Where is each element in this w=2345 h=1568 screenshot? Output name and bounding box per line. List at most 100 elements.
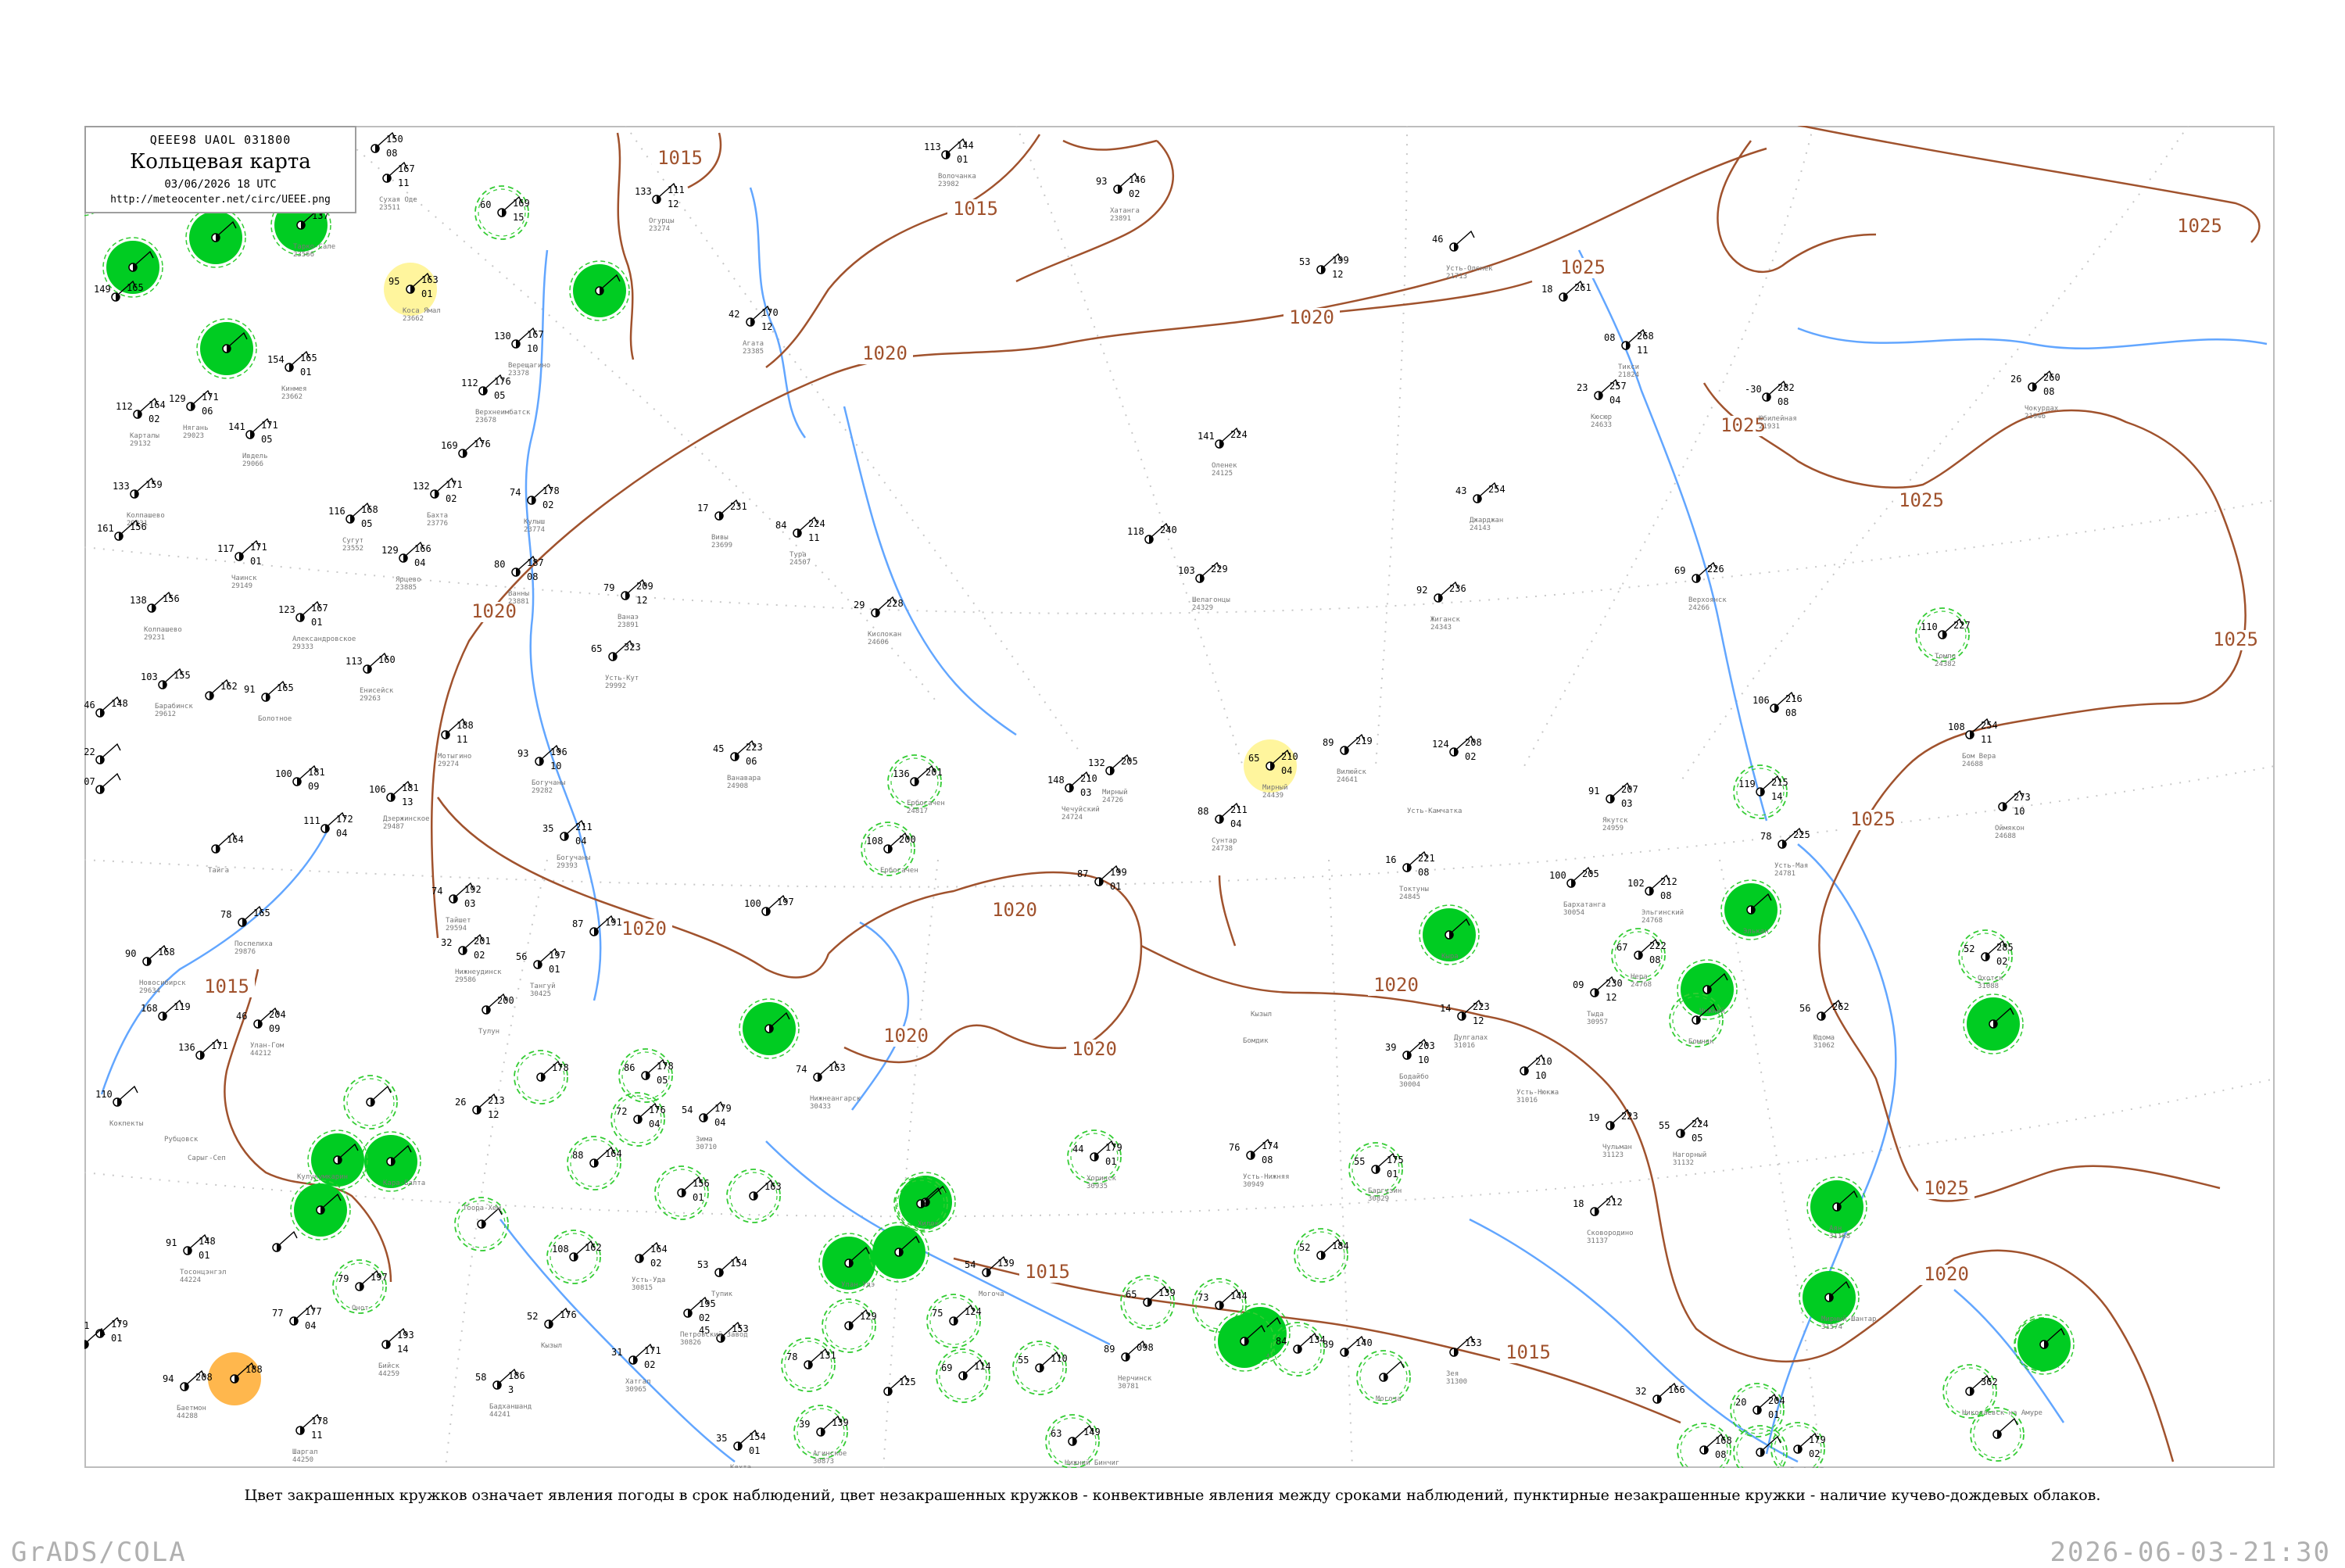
station-plot[interactable]: 254 11 108 Бом Вера24688 <box>1948 718 1998 768</box>
station-plot[interactable]: 200 108 Ербогачен <box>861 822 918 876</box>
station-plot[interactable]: 175 01 55 Баргузин30829 <box>1348 1142 1404 1203</box>
station-plot[interactable]: 215 14 119 <box>1733 764 1788 819</box>
station-plot[interactable] <box>272 1230 298 1252</box>
station-plot[interactable]: 224 05 55 Нагорный31132 <box>1659 1116 1709 1167</box>
station-plot[interactable]: 179 01 61 <box>84 1316 128 1344</box>
station-plot[interactable]: 178 <box>514 1050 569 1104</box>
station-plot[interactable]: 208 94 Баетмон44288 <box>163 1369 213 1420</box>
station-plot[interactable]: 163 74 Нижнеангарск30433 <box>796 1060 861 1111</box>
station-plot[interactable]: 164 88 <box>567 1136 622 1190</box>
station-plot[interactable]: Кыра <box>1419 904 1480 965</box>
station-plot[interactable]: 167 01 123 Александровское29333 <box>278 600 356 651</box>
station-plot[interactable]: 146 02 93 Хатанга23891 <box>1096 172 1146 223</box>
station-plot[interactable]: 163 <box>726 1169 782 1223</box>
station-plot[interactable]: 210 03 148 Чечуйский24724 <box>1047 771 1100 822</box>
source-url[interactable]: http://meteocenter.net/circ/UEEE.png <box>86 194 355 206</box>
station-plot[interactable]: 223 12 14 Дулгалах31016 <box>1440 999 1490 1050</box>
station-plot[interactable] <box>569 260 630 321</box>
station-plot[interactable]: 191 87 <box>572 915 622 936</box>
station-plot[interactable]: 231 17 Вивы23699 <box>697 499 747 550</box>
station-plot[interactable]: 171 01 117 Чаинск29149 <box>217 539 267 590</box>
station-plot[interactable]: 098 89 Нерчинск30781 <box>1104 1340 1154 1391</box>
station-plot[interactable]: 213 12 26 <box>455 1093 505 1120</box>
station-plot[interactable]: 122 <box>84 743 121 764</box>
station-plot[interactable]: 285 02 52 Охотск31088 <box>1958 929 2014 990</box>
station-plot[interactable]: 200 Тулун <box>478 993 514 1036</box>
station-plot[interactable]: 149 63 Нижний Бинчиг <box>1045 1414 1119 1468</box>
station-plot[interactable]: 119 168 <box>141 999 191 1021</box>
station-plot[interactable]: 111 12 133 Огурцы23274 <box>635 182 685 233</box>
station-plot[interactable]: 262 56 Юдома31062 <box>1799 999 1849 1050</box>
station-plot[interactable]: 171 02 132 Бахта23776 <box>413 477 463 528</box>
station-plot[interactable] <box>739 998 800 1059</box>
station-plot[interactable]: 162 <box>205 678 238 700</box>
station-plot[interactable]: Могоча <box>1356 1350 1411 1405</box>
station-plot[interactable]: 257 04 23 Кюсюр24633 <box>1577 378 1627 429</box>
station-plot[interactable]: 224 11 84 Тура24507 <box>775 516 825 567</box>
station-plot[interactable]: 186 3 58 Бадханшанд44241 <box>475 1368 532 1419</box>
station-plot[interactable]: 155 103 Барабинск29612 <box>141 668 193 718</box>
station-plot[interactable]: 201 136 Ербогачен24817 <box>887 754 945 815</box>
station-plot[interactable]: 15008 <box>371 131 403 159</box>
station-plot[interactable]: 184 52 <box>1294 1228 1349 1283</box>
station-plot[interactable]: 226 69 Верхоянск24266 <box>1674 561 1727 612</box>
station-plot[interactable]: 181 13 106 Дзержинское29487 <box>369 780 430 831</box>
station-plot[interactable]: 148 146 <box>84 696 128 718</box>
station-plot[interactable]: 201 02 32 Нижнеудинск29586 <box>441 933 502 984</box>
station-plot[interactable]: 236 92 Жиганск24343 <box>1416 581 1466 632</box>
station-plot[interactable]: 110 55 <box>1012 1341 1068 1395</box>
station-plot[interactable]: 171 02 31 Хатгал30965 <box>611 1343 661 1394</box>
station-plot[interactable] <box>185 207 246 268</box>
station-plot[interactable]: 129 <box>822 1298 877 1353</box>
station-plot[interactable]: 219 89 Вилюйск24641 <box>1323 733 1373 784</box>
station-plot[interactable] <box>343 1075 398 1129</box>
station-plot[interactable]: 154 53 Тупик <box>697 1255 747 1298</box>
station-plot[interactable]: 323 65 Усть-Кут29992 <box>591 639 641 690</box>
station-plot[interactable]: 171 06 129 Нягань29023 <box>169 389 219 440</box>
station-plot[interactable]: 254 43 Джарджан24143 <box>1455 481 1505 532</box>
station-plot[interactable]: 16808 <box>1677 1423 1732 1468</box>
station-plot[interactable]: 172 04 111 <box>303 811 353 839</box>
station-plot[interactable]: 148 01 91 Тосонцэнгэл44224 <box>166 1233 227 1284</box>
station-plot[interactable]: 168 05 116 Сугут23552 <box>328 502 378 553</box>
station-plot[interactable]: 197 79 Онот <box>332 1259 388 1314</box>
station-plot[interactable]: 166 32 <box>1635 1382 1685 1404</box>
station-plot[interactable]: 193 14 Бийск44259 <box>378 1327 414 1378</box>
station-plot[interactable]: 207 03 91 Якутск24959 <box>1588 782 1638 832</box>
station-plot[interactable]: 165 91 Болотное <box>244 680 294 723</box>
station-plot[interactable]: 197 100 <box>744 894 794 916</box>
station-plot[interactable]: Аян31168 <box>1806 1176 1867 1240</box>
station-plot[interactable]: 124 75 <box>926 1294 982 1348</box>
station-plot[interactable]: 163 01 95 Коса Ямал23662 <box>384 263 441 323</box>
station-plot[interactable]: 181 09 100 <box>275 764 325 792</box>
station-plot[interactable] <box>196 318 257 379</box>
station-plot[interactable]: 156 161 <box>97 519 147 541</box>
station-plot[interactable]: 125 <box>883 1374 916 1396</box>
station-plot[interactable]: 167 11 Сухая Оде23511 <box>379 161 417 212</box>
station-plot[interactable]: 205 100 Бархатанга30054 <box>1549 866 1606 917</box>
station-plot[interactable]: 197 01 56 Тангуй30425 <box>516 947 566 998</box>
station-plot[interactable]: 171 136 <box>178 1038 228 1060</box>
station-plot[interactable]: 211 04 35 Богучаны29393 <box>542 819 593 870</box>
station-plot[interactable]: 188 <box>208 1352 263 1405</box>
station-plot[interactable]: 240 118 <box>1127 522 1177 544</box>
station-plot[interactable]: 165 78 Поспелиха29876 <box>220 905 273 956</box>
station-plot[interactable]: 110 Кокпекты <box>95 1085 143 1128</box>
station-plot[interactable]: 210 04 65 Мирный24439 <box>1244 739 1298 800</box>
station-plot[interactable]: 131 78 <box>781 1337 836 1392</box>
station-plot[interactable]: 209 12 79 Ванаэ23891 <box>603 578 653 629</box>
station-plot[interactable]: 170 12 42 Агата23385 <box>729 305 779 356</box>
station-plot[interactable]: 230 12 09 Тыда30957 <box>1573 976 1623 1026</box>
station-plot[interactable]: 153 Зея31300 <box>1446 1335 1482 1386</box>
station-plot[interactable]: 211 04 88 Сунтар24738 <box>1198 802 1248 853</box>
station-plot[interactable]: 166 04 129 Ярцево23885 <box>381 541 431 592</box>
station-plot[interactable]: 171 05 141 Ивдель29066 <box>228 417 278 468</box>
station-plot[interactable] <box>868 1222 929 1283</box>
station-plot[interactable]: 156 138 Колпашево29231 <box>130 591 182 642</box>
station-plot[interactable]: 203 10 39 Бодайбо30004 <box>1385 1038 1435 1089</box>
station-plot[interactable]: 176 05 112 Верхнеимбатск23678 <box>461 374 531 424</box>
station-plot[interactable]: 208 02 124 <box>1432 735 1482 762</box>
station-plot[interactable]: 165 01 154 Кинмея23662 <box>267 350 317 401</box>
station-plot[interactable]: 174 08 76 Усть-Нижняя30949 <box>1229 1138 1290 1189</box>
station-plot[interactable]: 114 69 <box>936 1348 991 1403</box>
